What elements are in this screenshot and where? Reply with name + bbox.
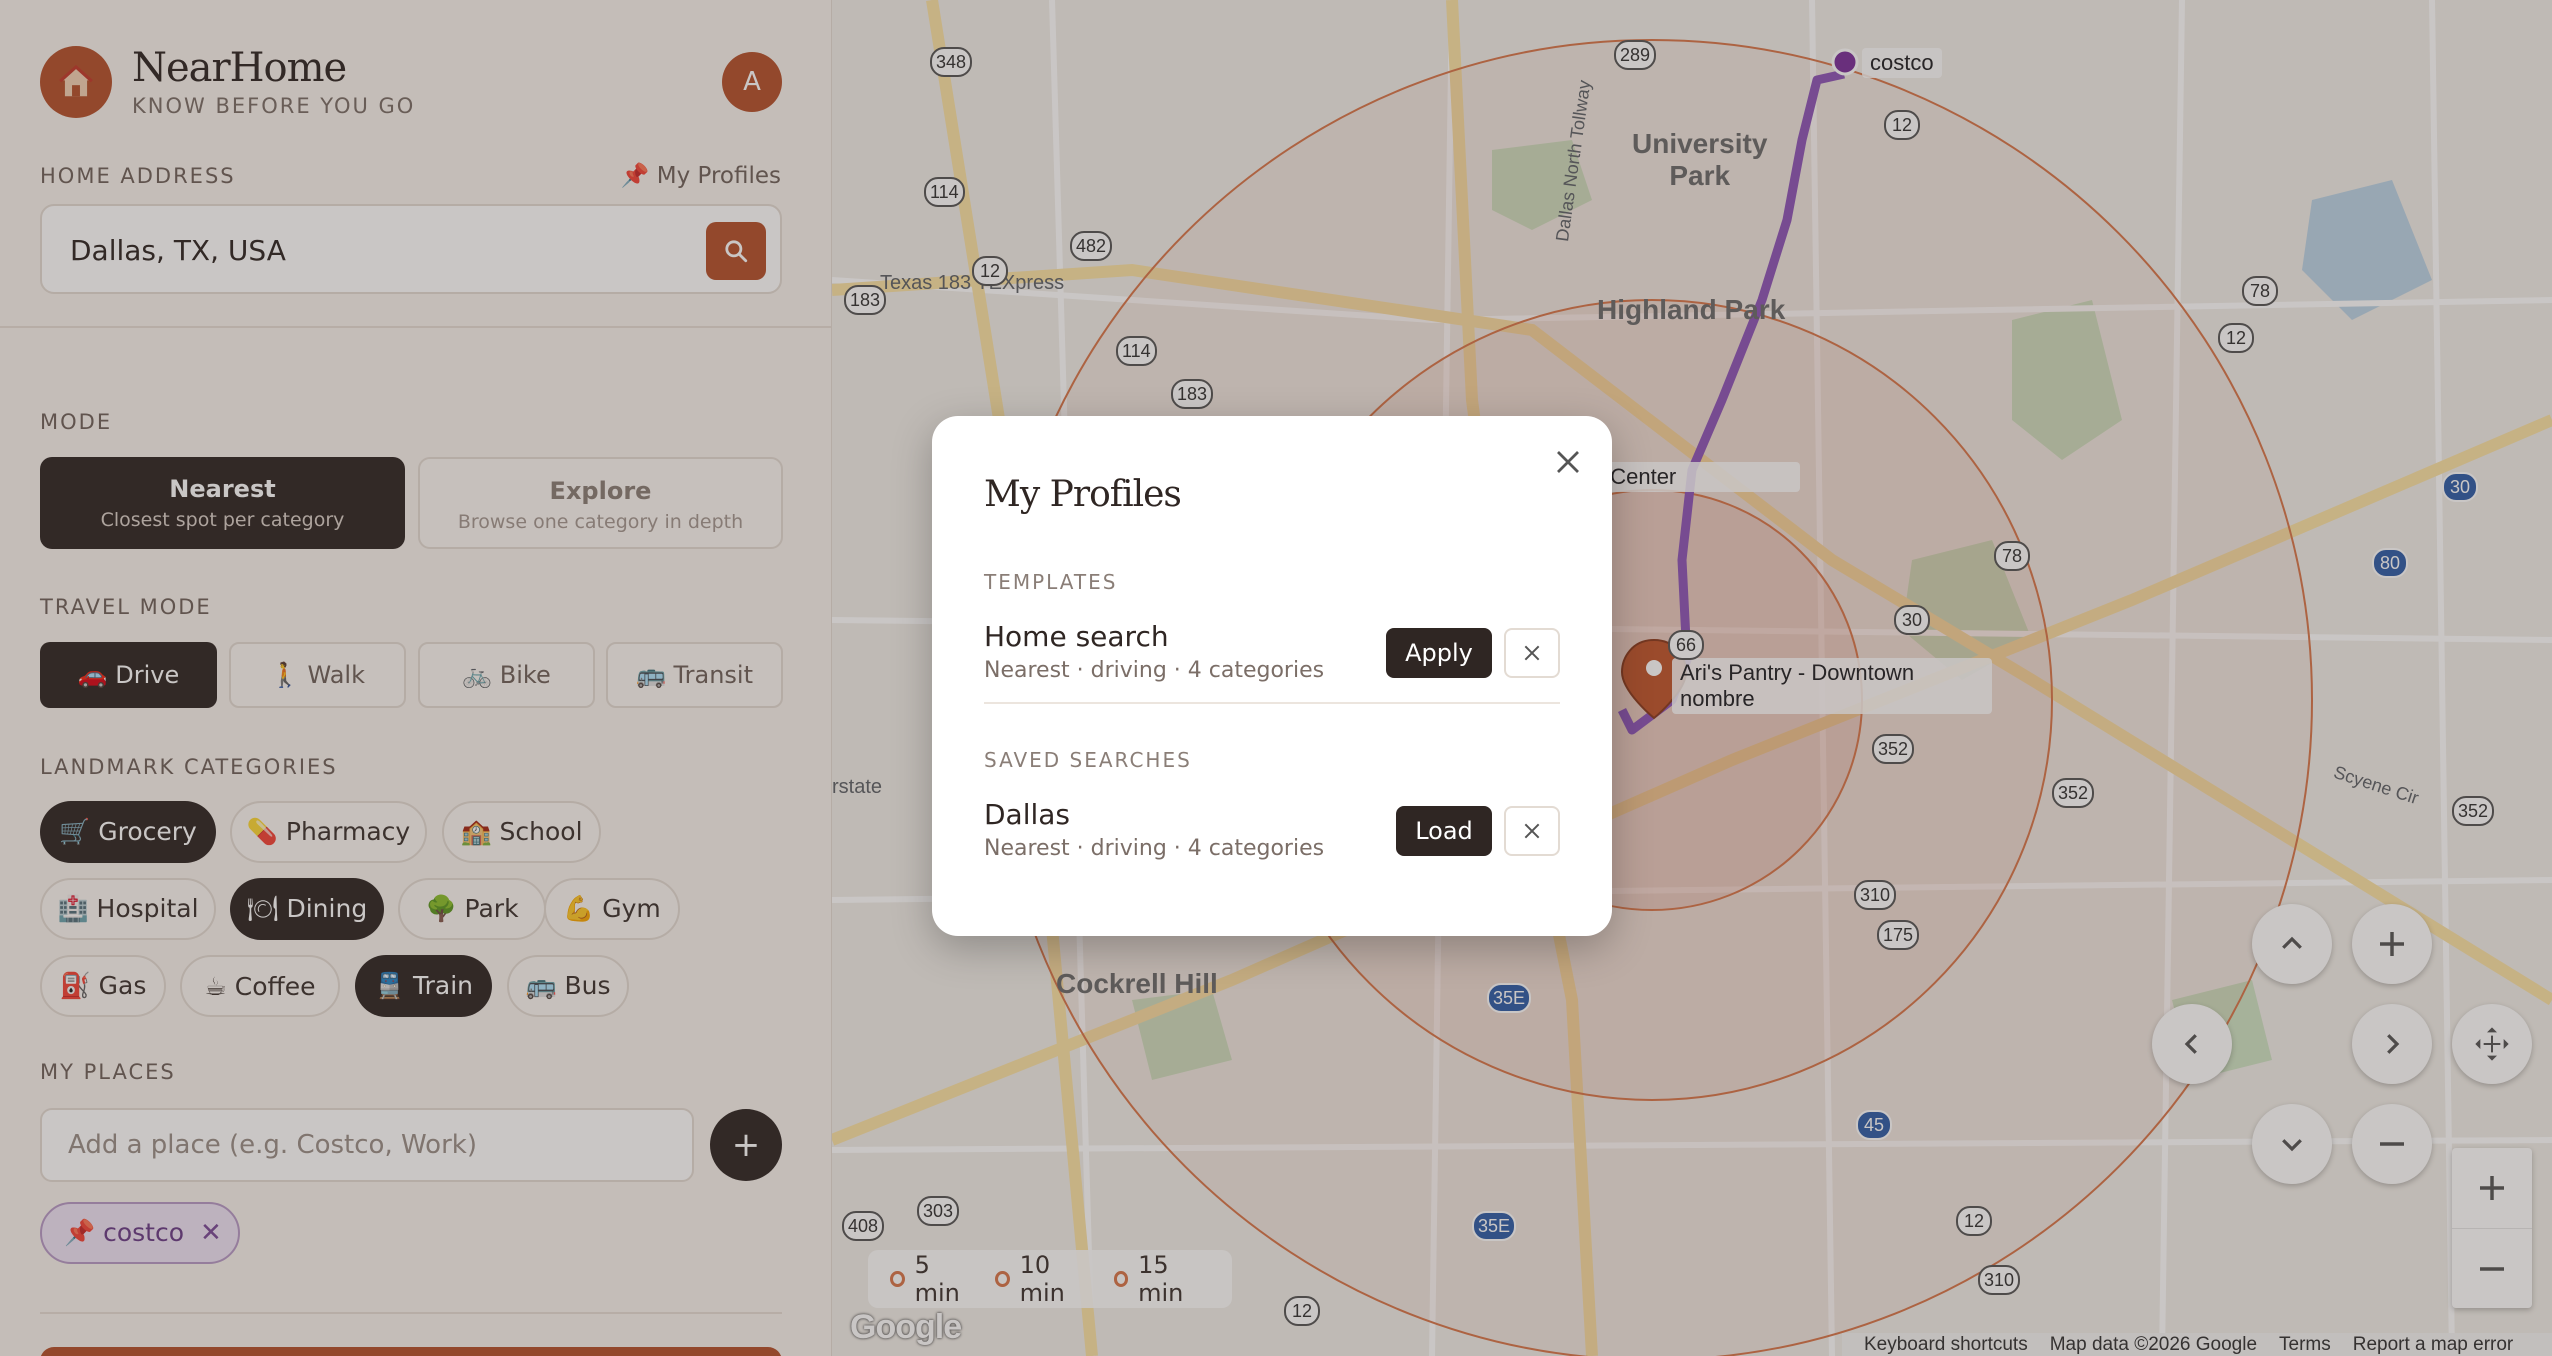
close-icon [1524, 823, 1540, 839]
delete-template-button[interactable] [1504, 628, 1560, 678]
template-subtitle: Nearest · driving · 4 categories [984, 658, 1325, 683]
close-icon [1524, 645, 1540, 661]
modal-divider [984, 702, 1560, 704]
delete-search-button[interactable] [1504, 806, 1560, 856]
profiles-modal: My Profiles TEMPLATES Home search Neares… [932, 416, 1612, 936]
close-modal-button[interactable] [1548, 442, 1588, 482]
apply-template-button[interactable]: Apply [1386, 628, 1492, 678]
template-title: Home search [984, 620, 1169, 653]
close-icon [1557, 451, 1579, 473]
saved-search-subtitle: Nearest · driving · 4 categories [984, 836, 1325, 861]
templates-label: TEMPLATES [984, 570, 1118, 594]
modal-title: My Profiles [984, 474, 1182, 515]
load-search-button[interactable]: Load [1396, 806, 1492, 856]
saved-searches-label: SAVED SEARCHES [984, 748, 1192, 772]
saved-search-title: Dallas [984, 798, 1071, 831]
